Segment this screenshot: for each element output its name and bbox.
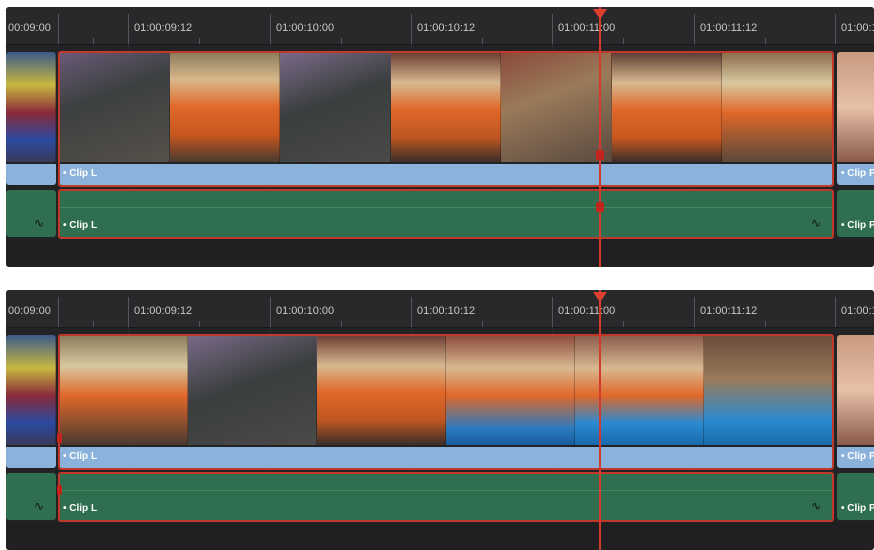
edit-point-marker[interactable]	[57, 433, 62, 443]
timecode-label: 01:00:11:00	[558, 22, 616, 34]
timeline-panel-before: 00:09:00 01:00:09:12 01:00:10:00 01:00:1…	[6, 7, 874, 267]
clip-name: • Clip P	[841, 220, 874, 231]
video-clip-p[interactable]: • Clip P	[837, 335, 874, 468]
video-selection-outline	[58, 51, 834, 187]
edit-point-marker[interactable]	[596, 202, 604, 212]
clip-name: • Clip P	[841, 503, 874, 514]
audio-clip-p[interactable]: • Clip P	[837, 190, 874, 237]
timecode-label: 01:00:10:12	[417, 22, 476, 34]
edit-point-marker[interactable]	[57, 485, 62, 495]
clip-name: • Clip P	[841, 168, 874, 179]
playhead[interactable]	[599, 290, 601, 550]
timecode-label: 01:00:09:12	[134, 22, 193, 34]
timecode-ruler[interactable]: 00:09:00 01:00:09:12 01:00:10:00 01:00:1…	[6, 290, 874, 328]
timecode-label: 01:00:11:00	[558, 305, 616, 317]
fade-curve-icon[interactable]: ∿	[34, 499, 44, 513]
timecode-label: 01:00:1	[841, 305, 874, 317]
timecode-label: 01:00:1	[841, 22, 874, 34]
audio-selection-outline	[58, 189, 834, 239]
edit-point-marker[interactable]	[596, 150, 604, 160]
fade-curve-icon[interactable]: ∿	[34, 216, 44, 230]
playhead-handle[interactable]	[593, 292, 607, 302]
timecode-label: 01:00:10:00	[276, 305, 335, 317]
audio-clip-p[interactable]: • Clip P	[837, 473, 874, 520]
timecode-label: 01:00:11:12	[700, 22, 758, 34]
timecode-label: 00:09:00	[8, 22, 51, 34]
timecode-label: 01:00:10:12	[417, 305, 476, 317]
playhead[interactable]	[599, 7, 601, 267]
video-clip-p[interactable]: • Clip P	[837, 52, 874, 185]
video-clip-left-adjacent[interactable]	[6, 52, 56, 185]
audio-clip-left-adjacent[interactable]: ∿	[6, 190, 56, 237]
timecode-label: 01:00:11:12	[700, 305, 758, 317]
video-clip-left-adjacent[interactable]	[6, 335, 56, 468]
timeline-panel-after: 00:09:00 01:00:09:12 01:00:10:00 01:00:1…	[6, 290, 874, 550]
audio-clip-left-adjacent[interactable]: ∿	[6, 473, 56, 520]
timecode-label: 01:00:10:00	[276, 22, 335, 34]
clip-name: • Clip P	[841, 451, 874, 462]
timecode-label: 00:09:00	[8, 305, 51, 317]
playhead-handle[interactable]	[593, 9, 607, 19]
timecode-ruler[interactable]: 00:09:00 01:00:09:12 01:00:10:00 01:00:1…	[6, 7, 874, 45]
timecode-label: 01:00:09:12	[134, 305, 193, 317]
audio-selection-outline	[58, 472, 834, 522]
video-selection-outline	[58, 334, 834, 470]
